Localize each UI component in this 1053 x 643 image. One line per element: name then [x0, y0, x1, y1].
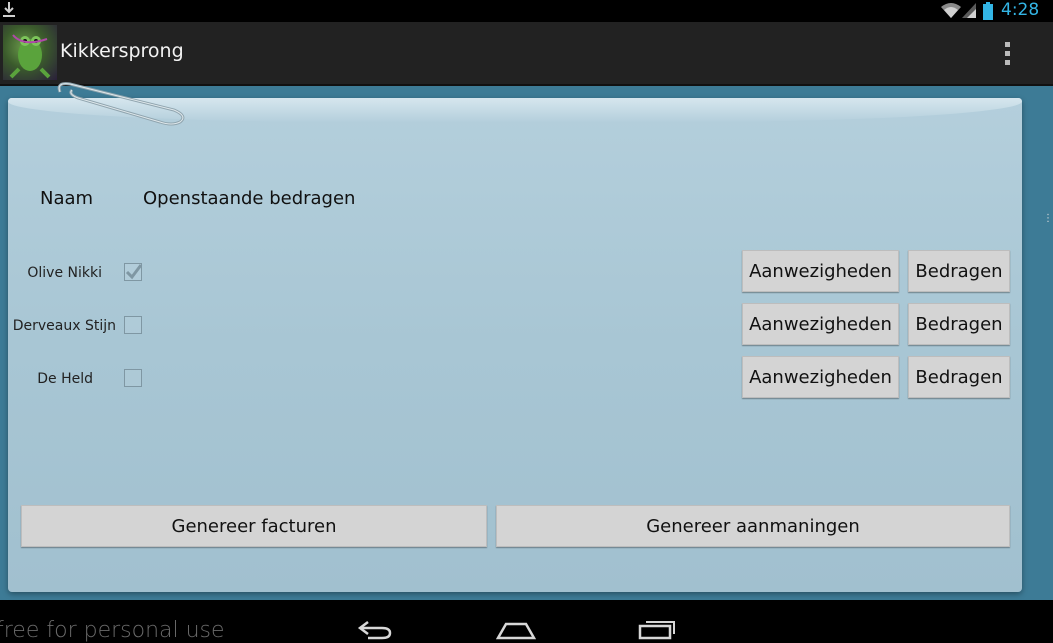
app-logo[interactable]	[3, 25, 57, 80]
frog-icon	[9, 34, 51, 79]
attendance-button-label: Aanwezigheden	[749, 260, 892, 282]
attendance-button[interactable]: Aanwezigheden	[742, 303, 899, 345]
menu-dot	[1004, 41, 1010, 47]
amounts-button-label: Bedragen	[915, 313, 1003, 335]
amounts-button[interactable]: Bedragen	[908, 250, 1010, 292]
member-checkbox[interactable]	[124, 316, 142, 334]
menu-dot	[1004, 50, 1010, 56]
amounts-button-label: Bedragen	[915, 260, 1003, 282]
column-header-name: Naam	[40, 188, 94, 209]
checkmark-icon	[125, 264, 143, 280]
menu-dot	[1004, 59, 1010, 65]
main-content: Naam Openstaande bedragen Olive Nikki Aa…	[0, 82, 1053, 600]
member-name: Olive Nikki	[27, 265, 102, 281]
column-header-amounts: Openstaande bedragen	[143, 188, 356, 209]
generate-invoices-label: Genereer facturen	[171, 515, 337, 537]
app-title: Kikkersprong	[60, 40, 184, 62]
member-checkbox[interactable]	[124, 369, 142, 387]
attendance-button[interactable]: Aanwezigheden	[742, 250, 899, 292]
amounts-button[interactable]: Bedragen	[908, 303, 1010, 345]
amounts-button[interactable]: Bedragen	[908, 356, 1010, 398]
generate-reminders-button[interactable]: Genereer aanmaningen	[496, 505, 1010, 547]
member-checkbox[interactable]	[124, 263, 143, 281]
edge-indicator: ⋮	[1043, 213, 1053, 224]
battery-icon	[983, 2, 993, 20]
action-bar: Kikkersprong	[0, 22, 1053, 86]
attendance-button[interactable]: Aanwezigheden	[742, 356, 899, 398]
download-icon	[3, 2, 15, 17]
home-icon[interactable]	[496, 618, 536, 640]
overflow-menu-icon[interactable]	[996, 36, 1018, 70]
signal-icon	[962, 3, 976, 18]
member-name: De Held	[37, 371, 93, 387]
attendance-button-label: Aanwezigheden	[749, 366, 892, 388]
amounts-button-label: Bedragen	[915, 366, 1003, 388]
watermark-text: free for personal use	[0, 618, 225, 643]
paperclip-icon	[57, 82, 185, 126]
back-icon[interactable]	[356, 618, 394, 640]
member-name: Derveaux Stijn	[12, 318, 116, 334]
navigation-bar: free for personal use	[0, 600, 1053, 643]
status-bar: 4:28	[0, 0, 1053, 22]
generate-invoices-button[interactable]: Genereer facturen	[21, 505, 487, 547]
wifi-icon	[941, 3, 961, 18]
recent-apps-icon[interactable]	[638, 618, 676, 640]
clock: 4:28	[1001, 0, 1040, 20]
attendance-button-label: Aanwezigheden	[749, 313, 892, 335]
generate-reminders-label: Genereer aanmaningen	[646, 515, 860, 537]
